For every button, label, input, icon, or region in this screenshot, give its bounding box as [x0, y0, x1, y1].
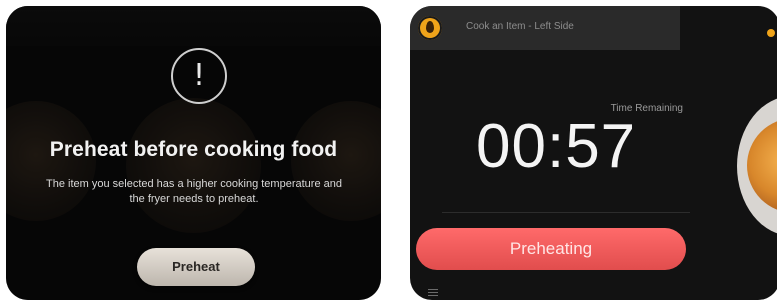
dialog-title: Preheat before cooking food: [49, 138, 338, 161]
preheating-status-button[interactable]: Preheating: [416, 228, 686, 270]
alert-icon: !: [171, 48, 227, 104]
preheat-dialog-screen: ! Preheat before cooking food The item y…: [6, 6, 381, 300]
divider: [442, 212, 690, 213]
countdown-timer: 00:57: [476, 112, 637, 181]
menu-icon[interactable]: [428, 289, 438, 297]
header-title: Cook an Item - Left Side: [466, 21, 574, 32]
cooking-timer-screen: Cook an Item - Left Side Time Remaining …: [410, 6, 777, 300]
dialog-message: The item you selected has a higher cooki…: [46, 178, 342, 205]
preheat-button[interactable]: Preheat: [137, 248, 255, 286]
header-bar: Cook an Item - Left Side: [410, 6, 680, 50]
flame-icon: [418, 16, 442, 40]
status-dot-icon: [767, 29, 775, 37]
